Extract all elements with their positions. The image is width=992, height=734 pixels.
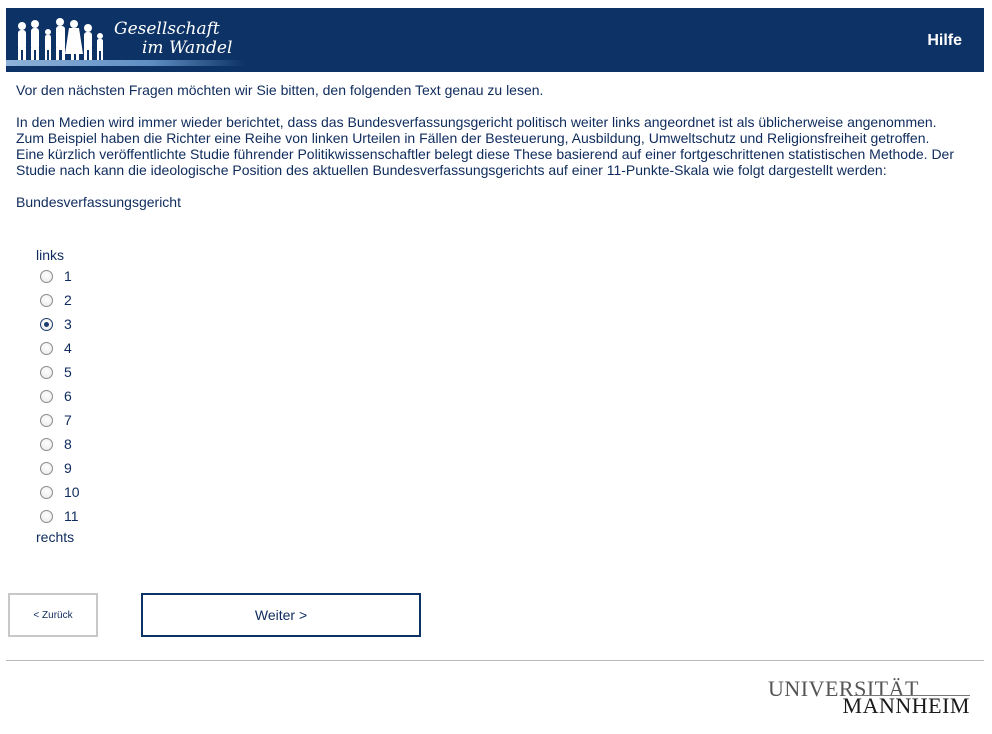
help-link[interactable]: Hilfe (927, 32, 962, 50)
scale-option[interactable]: 10 (36, 480, 156, 504)
university-mannheim-logo: UNIVERSITÄT MANNHEIM (768, 676, 970, 718)
option-label: 9 (64, 460, 72, 476)
option-label: 4 (64, 340, 72, 356)
intro-text: Vor den nächsten Fragen möchten wir Sie … (16, 82, 544, 98)
option-label: 10 (64, 484, 80, 500)
radio-button[interactable] (40, 365, 53, 379)
scale-option[interactable]: 6 (36, 384, 156, 408)
radio-button[interactable] (40, 461, 53, 475)
scale-options: 1 2 3 4 5 6 7 8 9 10 11 (36, 264, 156, 528)
radio-button[interactable] (40, 269, 53, 283)
logo-line-1: Gesellschaft (114, 19, 220, 39)
body-text: In den Medien wird immer wieder berichte… (16, 114, 954, 178)
question-label: Bundesverfassungsgericht (16, 194, 181, 210)
back-button[interactable]: < Zurück (8, 593, 98, 637)
scale-label-right: rechts (36, 529, 75, 545)
radio-button[interactable] (40, 413, 53, 427)
logo-text: Gesellschaft im Wandel (114, 20, 254, 58)
logo-stripe (6, 60, 246, 66)
option-label: 1 (64, 268, 72, 284)
option-label: 6 (64, 388, 72, 404)
option-label: 2 (64, 292, 72, 308)
header-bar: Gesellschaft im Wandel Hilfe (6, 8, 984, 72)
scale-option[interactable]: 3 (36, 312, 156, 336)
radio-button[interactable] (40, 317, 53, 331)
radio-button[interactable] (40, 341, 53, 355)
university-logo-line-2: MANNHEIM (842, 693, 970, 718)
radio-button[interactable] (40, 485, 53, 499)
radio-button[interactable] (40, 509, 53, 523)
option-label: 3 (64, 316, 72, 332)
scale-option[interactable]: 7 (36, 408, 156, 432)
question-text: Vor den nächsten Fragen möchten wir Sie … (16, 82, 956, 226)
logo-line-2: im Wandel (142, 38, 233, 58)
gesellschaft-im-wandel-logo: Gesellschaft im Wandel (6, 8, 256, 72)
option-label: 8 (64, 436, 72, 452)
scale-option[interactable]: 11 (36, 504, 156, 528)
scale-option[interactable]: 1 (36, 264, 156, 288)
option-label: 11 (64, 508, 79, 524)
radio-button[interactable] (40, 293, 53, 307)
scale-option[interactable]: 8 (36, 432, 156, 456)
option-label: 7 (64, 412, 72, 428)
next-button[interactable]: Weiter > (141, 593, 421, 637)
scale-option[interactable]: 2 (36, 288, 156, 312)
radio-button[interactable] (40, 437, 53, 451)
option-label: 5 (64, 364, 72, 380)
scale-option[interactable]: 4 (36, 336, 156, 360)
scale-option[interactable]: 9 (36, 456, 156, 480)
footer-divider (6, 660, 984, 661)
radio-button[interactable] (40, 389, 53, 403)
scale-label-left: links (36, 247, 65, 263)
scale-option[interactable]: 5 (36, 360, 156, 384)
ideology-scale: links 1 2 3 4 5 6 7 8 9 10 11 rechts (36, 246, 156, 546)
